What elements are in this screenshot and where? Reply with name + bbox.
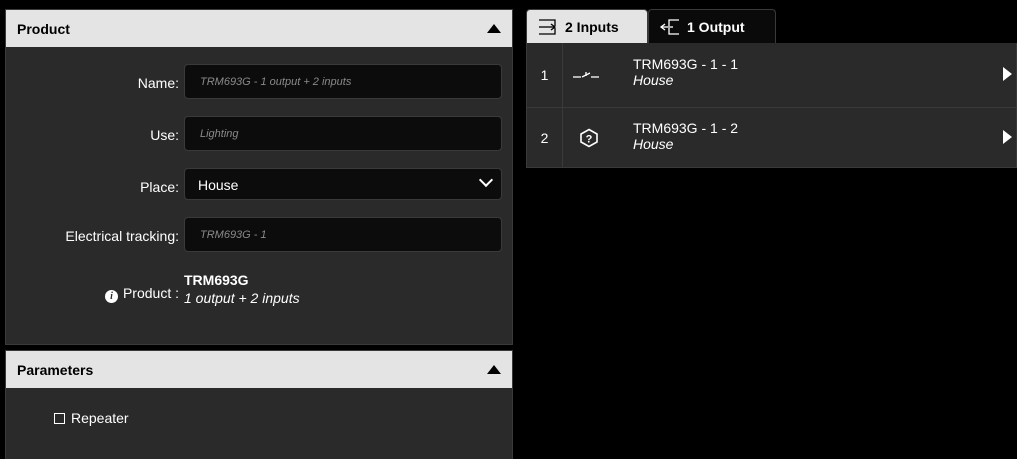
name-label: Name:: [137, 75, 179, 91]
input-number: 1: [527, 43, 563, 107]
product-panel: Product Name: TRM693G - 1 output + 2 inp…: [5, 9, 513, 345]
parameters-panel-header[interactable]: Parameters: [6, 351, 512, 388]
place-label: Place:: [140, 179, 179, 195]
inputs-icon: [539, 18, 557, 35]
tracking-input[interactable]: TRM693G - 1: [184, 217, 502, 252]
product-description: 1 output + 2 inputs: [184, 290, 300, 306]
tracking-placeholder: TRM693G - 1: [200, 229, 267, 241]
place-select[interactable]: House: [184, 168, 502, 200]
use-placeholder: Lighting: [200, 128, 239, 140]
repeater-label: Repeater: [71, 410, 129, 426]
parameters-panel: Parameters Repeater: [5, 350, 513, 459]
name-input[interactable]: TRM693G - 1 output + 2 inputs: [184, 64, 502, 99]
product-panel-header[interactable]: Product: [6, 10, 512, 47]
place-value: House: [198, 177, 239, 193]
question-shield-icon: ?: [579, 108, 599, 167]
info-icon: i: [104, 290, 118, 303]
tab-output-label: 1 Output: [687, 18, 745, 35]
product-info-label: i Product :: [104, 285, 179, 303]
input-title: TRM693G - 1 - 1: [633, 56, 739, 72]
tab-inputs[interactable]: 2 Inputs: [526, 9, 648, 43]
chevron-right-icon[interactable]: [1003, 130, 1012, 144]
tab-output[interactable]: 1 Output: [648, 9, 776, 43]
product-panel-title: Product: [17, 20, 70, 37]
input-place: House: [633, 72, 674, 88]
chevron-right-icon[interactable]: [1003, 67, 1012, 81]
switch-contact-icon: [571, 43, 601, 107]
input-title: TRM693G - 1 - 2: [633, 120, 739, 136]
chevron-down-icon: [478, 172, 494, 188]
use-label: Use:: [150, 127, 179, 143]
collapse-triangle-icon[interactable]: [487, 24, 501, 33]
name-placeholder: TRM693G - 1 output + 2 inputs: [200, 76, 352, 88]
tracking-label: Electrical tracking:: [65, 228, 179, 244]
svg-text:?: ?: [586, 133, 593, 145]
inputs-list: 1 TRM693G - 1 - 1 House 2 ? TRM693G - 1 …: [526, 43, 1017, 168]
repeater-option[interactable]: Repeater: [54, 410, 129, 426]
collapse-triangle-icon[interactable]: [487, 365, 501, 374]
io-tabs: 2 Inputs 1 Output: [526, 9, 776, 43]
list-item[interactable]: 2 ? TRM693G - 1 - 2 House: [526, 108, 1017, 168]
list-item[interactable]: 1 TRM693G - 1 - 1 House: [526, 43, 1017, 108]
output-icon: [659, 18, 679, 35]
product-info-value: TRM693G 1 output + 2 inputs: [184, 272, 300, 306]
product-info-label-text: Product :: [122, 285, 179, 301]
parameters-panel-title: Parameters: [17, 361, 94, 378]
repeater-checkbox[interactable]: [54, 413, 65, 424]
use-input[interactable]: Lighting: [184, 116, 502, 151]
input-number: 2: [527, 108, 563, 167]
input-place: House: [633, 136, 674, 152]
tab-inputs-label: 2 Inputs: [565, 18, 619, 35]
product-name: TRM693G: [184, 272, 249, 288]
